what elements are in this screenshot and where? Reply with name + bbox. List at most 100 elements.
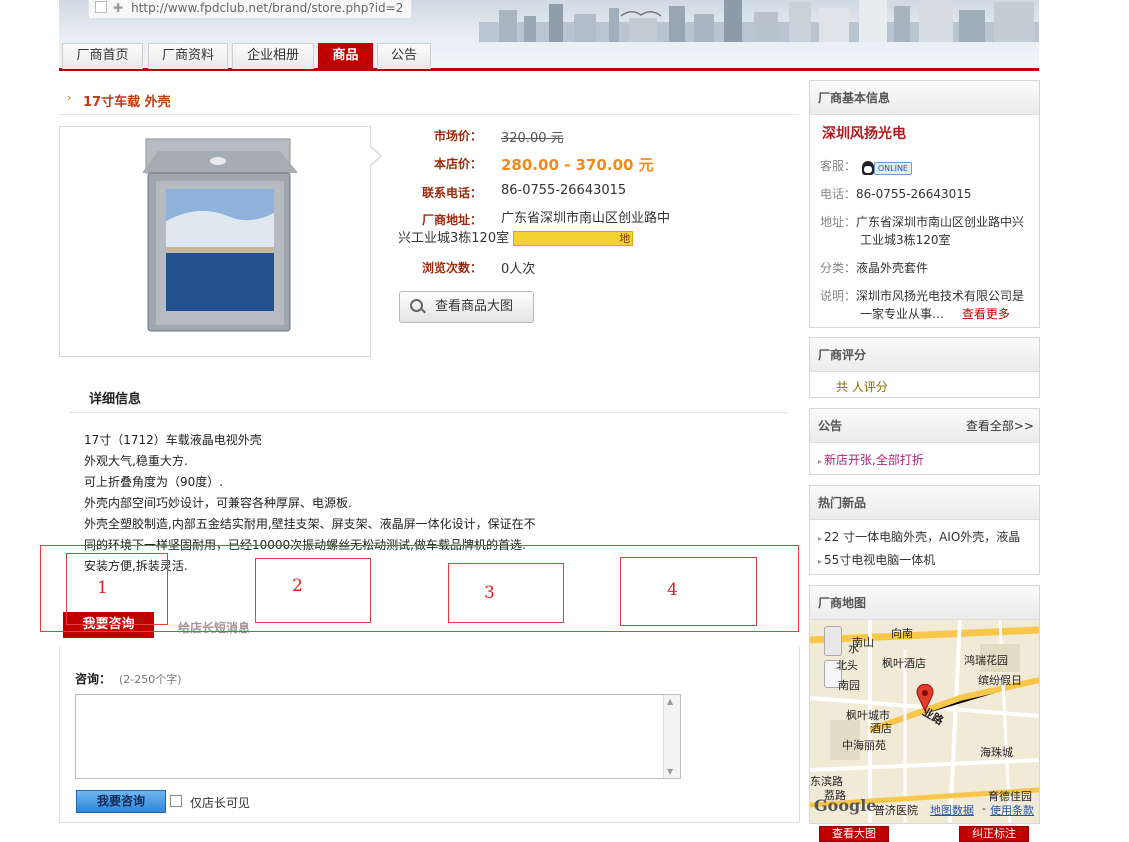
- divider: [70, 412, 788, 413]
- hot-products-panel: 热门新品 ▸ 22 寸一体电脑外壳，AIO外壳，液晶 ▸ 55寸电视电脑一体机: [809, 485, 1040, 575]
- map-data-link[interactable]: 地图数据: [930, 802, 974, 818]
- map-label: 南园: [838, 679, 860, 692]
- market-price-value: 320.00 元: [501, 131, 564, 146]
- owner-only-checkbox[interactable]: [170, 795, 182, 807]
- view-large-image-button[interactable]: 查看商品大图: [399, 291, 534, 323]
- rating-text: 共 人评分: [836, 380, 888, 394]
- map-label: 普济医院: [874, 804, 918, 817]
- notice-more-link[interactable]: 查看全部>>: [966, 409, 1034, 443]
- vendor-addr-line2: 工业城3栋120室: [860, 233, 951, 247]
- desc-key: 说明：: [820, 289, 857, 303]
- map-view[interactable]: 水 南山 向南 北头 枫叶酒店 鸿瑞花园 南园 缤纷假日 枫叶城市 酒店 业路 …: [810, 620, 1039, 823]
- annotation-label-2: 2: [292, 576, 303, 596]
- annotation-label-1: 1: [97, 578, 108, 598]
- views-label: 浏览次数：: [421, 261, 482, 275]
- consult-textarea[interactable]: [75, 694, 681, 779]
- store-price-value: 280.00 - 370.00 元: [501, 156, 654, 174]
- tab-products[interactable]: 商品: [318, 43, 373, 69]
- annotation-box-1: [66, 553, 168, 625]
- notice-item[interactable]: ▸ 新店开张,全部打折: [818, 451, 924, 468]
- map-header: 厂商地图: [810, 586, 1039, 620]
- hot-item[interactable]: ▸ 55寸电视电脑一体机: [818, 551, 935, 568]
- notice-header: 公告 查看全部>>: [810, 409, 1039, 443]
- map-label: 枫叶酒店: [882, 657, 926, 670]
- vendor-phone-row: 电话：86-0755-26643015: [820, 185, 972, 202]
- triangle-right-icon: ▸: [818, 557, 823, 566]
- product-image[interactable]: [140, 133, 300, 338]
- service-key: 客服：: [820, 159, 857, 173]
- addr-key: 地址：: [820, 215, 857, 229]
- tab-company-album[interactable]: 企业相册: [232, 43, 314, 69]
- notice-item-label: 新店开张,全部打折: [824, 453, 924, 467]
- online-badge: ONLINE: [873, 162, 912, 175]
- annotation-box-4: [620, 557, 757, 626]
- view-large-map-button[interactable]: 查看大图: [819, 826, 889, 842]
- annotation-box-2: [255, 558, 371, 623]
- details-line: 17寸（1712）车载液晶电视外壳: [84, 433, 262, 447]
- map-label: 缤纷假日: [978, 674, 1022, 687]
- vendor-desc-row: 说明：深圳市风扬光电技术有限公司是: [820, 287, 1024, 304]
- vendor-more-link[interactable]: 查看更多: [962, 307, 1010, 321]
- annotation-label-4: 4: [667, 580, 678, 600]
- map-label: 中海丽苑: [842, 739, 886, 752]
- notice-panel: 公告 查看全部>> ▸ 新店开张,全部打折: [809, 408, 1040, 475]
- vendor-desc-line2: 一家专业从事…: [860, 307, 945, 321]
- map-label: 鸿瑞花园: [964, 654, 1008, 667]
- phone-label: 联系电话：: [421, 186, 482, 200]
- vendor-map-panel: 厂商地图 水 南山 向南 北头 枫叶酒店 鸿瑞花园 南园 缤纷假日 枫叶城市 酒…: [809, 585, 1040, 824]
- url-text: http://www.fpdclub.net/brand/store.php?i…: [131, 1, 404, 15]
- rating-header: 厂商评分: [810, 338, 1039, 372]
- tab-announcements[interactable]: 公告: [377, 43, 431, 69]
- plus-icon: ✚: [113, 1, 124, 15]
- hot-item[interactable]: ▸ 22 寸一体电脑外壳，AIO外壳，液晶: [818, 528, 1020, 545]
- view-large-image-label: 查看商品大图: [435, 299, 514, 314]
- consult-hint: (2-250个字): [119, 673, 182, 686]
- tab-vendor-home[interactable]: 厂商首页: [62, 43, 143, 69]
- address-bar[interactable]: ✚ http://www.fpdclub.net/brand/store.php?…: [88, 0, 412, 19]
- vendor-category-row: 分类：液晶外壳套件: [820, 259, 928, 276]
- zoom-icon: [410, 299, 423, 312]
- map-label: 向南: [891, 627, 913, 640]
- map-label: 海珠城: [980, 746, 1013, 759]
- vendor-phone: 86-0755-26643015: [856, 187, 972, 201]
- map-label: 北头: [836, 659, 858, 672]
- annotation-box-3: [448, 563, 564, 623]
- store-nav-bar: 厂商首页 厂商资料 企业相册 商品 公告: [59, 40, 1039, 71]
- product-title: 17寸车载 外壳: [83, 95, 171, 110]
- details-line: 可上折叠角度为（90度）.: [84, 475, 224, 489]
- page-icon: [95, 1, 107, 13]
- submit-consult-button[interactable]: 我要咨询: [76, 790, 166, 813]
- tab-vendor-info[interactable]: 厂商资料: [148, 43, 228, 69]
- pointer-arrow: [369, 145, 382, 167]
- city-skyline-image: [479, 0, 1039, 42]
- scrollbar[interactable]: [663, 695, 680, 778]
- category-key: 分类：: [820, 261, 857, 275]
- vendor-info-panel: 厂商基本信息 深圳风扬光电 客服： ONLINE 电话：86-0755-2664…: [809, 80, 1040, 328]
- map-link-separator: -: [982, 802, 986, 815]
- store-price-label: 本店价：: [433, 157, 482, 171]
- seagull-icon: [620, 11, 662, 17]
- map-label: 酒店: [870, 722, 892, 735]
- vendor-service-row: 客服： ONLINE: [820, 157, 912, 176]
- rating-panel: 厂商评分 共 人评分: [809, 337, 1040, 398]
- pegman-icon[interactable]: [824, 626, 842, 656]
- product-image-box[interactable]: [59, 126, 382, 357]
- vendor-addr-row: 地址：广东省深圳市南山区创业路中兴: [820, 213, 1024, 230]
- vendor-addr-line1: 广东省深圳市南山区创业路中兴: [856, 215, 1025, 229]
- details-line: 外壳内部空间巧妙设计，可兼容各种厚屏、电源板.: [84, 496, 352, 510]
- consult-label: 咨询：: [75, 672, 112, 686]
- phone-key: 电话：: [820, 187, 857, 201]
- correct-marker-button[interactable]: 纠正标注: [959, 826, 1029, 842]
- vendor-info-header: 厂商基本信息: [810, 81, 1039, 115]
- views-value: 0人次: [501, 262, 536, 277]
- qq-online-icon[interactable]: ONLINE: [861, 161, 912, 176]
- address-value: 广东省深圳市南山区创业路中兴工业城3栋120室 地: [398, 209, 678, 249]
- vendor-name[interactable]: 深圳风扬光电: [822, 123, 906, 143]
- market-price-label: 市场价：: [433, 129, 482, 143]
- google-logo: Google: [814, 796, 877, 815]
- terms-link[interactable]: 使用条款: [990, 802, 1034, 818]
- hot-item-label: 22 寸一体电脑外壳，AIO外壳，液晶: [824, 530, 1021, 544]
- details-line: 外壳全塑胶制造,内部五金结实耐用,壁挂支架、屏支架、液晶屏一体化设计，保证在不: [84, 517, 536, 531]
- chevron-right-icon: ›: [67, 91, 72, 104]
- map-badge-icon[interactable]: 地: [513, 231, 634, 246]
